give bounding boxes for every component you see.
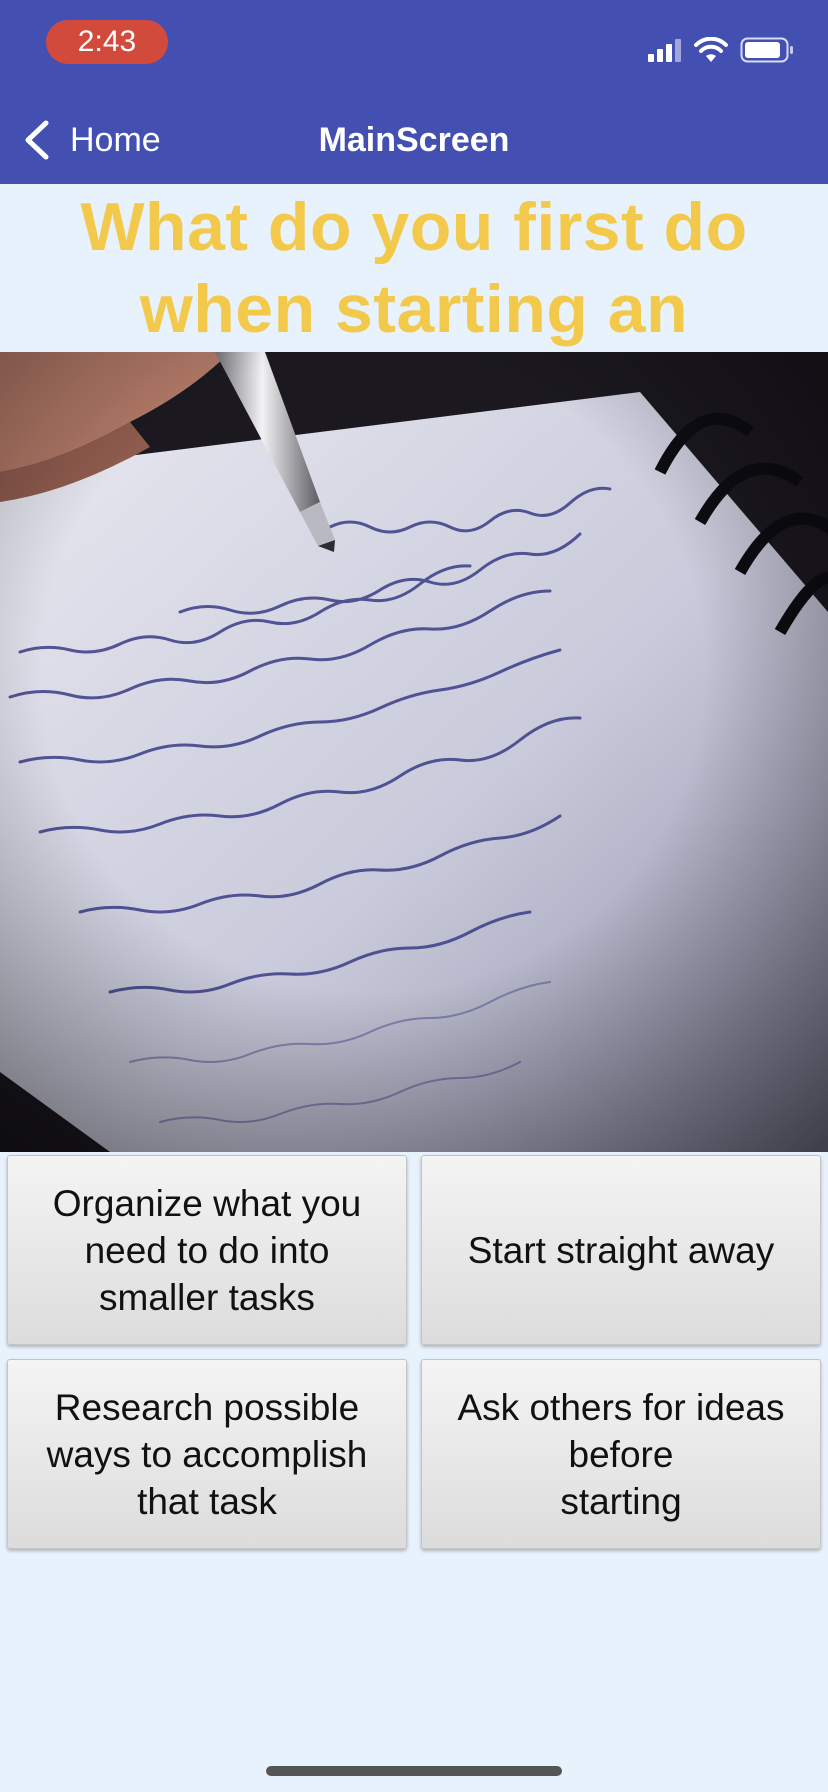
answer-button-3[interactable]: Research possible ways to accomplish tha… — [7, 1359, 407, 1549]
cellular-signal-icon — [648, 39, 681, 62]
answer-button-1[interactable]: Organize what you need to do into smalle… — [7, 1155, 407, 1345]
answer-button-4[interactable]: Ask others for ideas before starting — [421, 1359, 821, 1549]
answer-grid: Organize what you need to do into smalle… — [7, 1155, 821, 1549]
back-button[interactable]: Home — [22, 116, 161, 164]
status-time: 2:43 — [46, 20, 168, 64]
status-icons — [646, 30, 794, 70]
notebook-writing-image — [0, 352, 828, 1152]
question-text: What do you first do when starting an as… — [80, 189, 748, 429]
home-indicator[interactable] — [266, 1766, 562, 1776]
back-button-label: Home — [70, 120, 161, 159]
chevron-left-icon — [25, 120, 49, 160]
wifi-icon — [694, 37, 728, 62]
battery-icon — [740, 37, 793, 63]
answer-button-2[interactable]: Start straight away — [421, 1155, 821, 1345]
navigation-bar: 2:43 Home MainScreen — [0, 0, 828, 184]
